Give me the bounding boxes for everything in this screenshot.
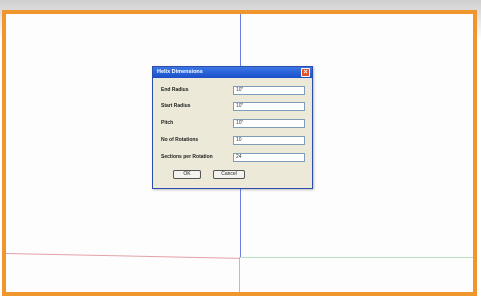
cancel-button[interactable]: Cancel bbox=[213, 170, 245, 179]
field-row-start-radius: Start Radius 10" bbox=[161, 102, 306, 111]
sections-input[interactable]: 24 bbox=[233, 153, 305, 162]
start-radius-label: Start Radius bbox=[161, 103, 191, 109]
green-axis-line-horizontal bbox=[240, 257, 473, 258]
sections-label: Sections per Rotation bbox=[161, 154, 213, 160]
green-axis-line-vertical bbox=[239, 257, 240, 292]
pitch-input[interactable]: 10" bbox=[233, 119, 305, 128]
close-button[interactable]: × bbox=[301, 68, 310, 77]
red-axis-line bbox=[6, 253, 240, 259]
rotations-label: No of Rotations bbox=[161, 137, 199, 143]
rotations-input[interactable]: 10 bbox=[233, 136, 305, 145]
field-row-sections: Sections per Rotation 24 bbox=[161, 153, 306, 162]
close-icon: × bbox=[303, 69, 308, 76]
dialog-title: Helix Dimensions bbox=[157, 69, 203, 75]
field-row-pitch: Pitch 10" bbox=[161, 119, 306, 128]
pitch-label: Pitch bbox=[161, 120, 174, 126]
field-row-end-radius: End Radius 10" bbox=[161, 86, 306, 95]
field-row-rotations: No of Rotations 10 bbox=[161, 136, 306, 145]
start-radius-input[interactable]: 10" bbox=[233, 102, 305, 111]
dialog-titlebar[interactable]: Helix Dimensions × bbox=[153, 67, 312, 78]
end-radius-input[interactable]: 10" bbox=[233, 86, 305, 95]
helix-dimensions-dialog: Helix Dimensions × End Radius 10" Start … bbox=[152, 66, 313, 189]
ok-button[interactable]: OK bbox=[173, 170, 201, 179]
end-radius-label: End Radius bbox=[161, 87, 189, 93]
